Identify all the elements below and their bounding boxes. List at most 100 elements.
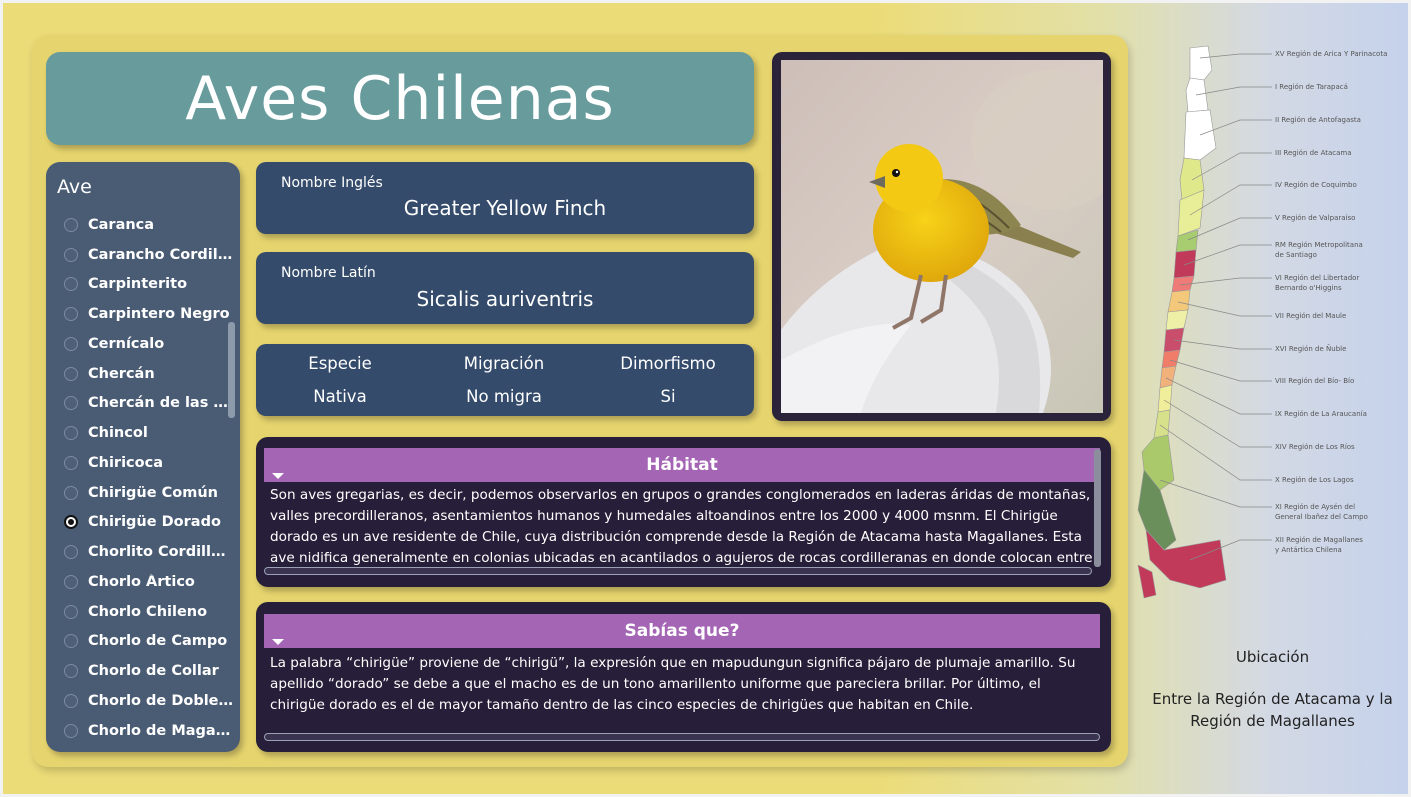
- bird-option[interactable]: Carancho Cordillerano: [46, 240, 240, 270]
- habitat-vscrollbar[interactable]: [1094, 449, 1101, 567]
- map-leader-line: [1163, 399, 1272, 448]
- trivia-collapse-icon[interactable]: [272, 639, 284, 645]
- bird-option[interactable]: Chirigüe Común: [46, 478, 240, 508]
- latin-name-value: Sicalis auriventris: [416, 287, 594, 311]
- radio-button[interactable]: [64, 277, 78, 292]
- radio-button[interactable]: [64, 515, 78, 530]
- bird-option[interactable]: Cernícalo: [46, 329, 240, 359]
- page-title: Aves Chilenas: [185, 63, 615, 134]
- bird-option-label: Chincol: [88, 425, 148, 442]
- dimorfismo-value: Si: [660, 387, 676, 406]
- map-leader-line: [1195, 86, 1272, 96]
- radio-button[interactable]: [64, 485, 78, 500]
- radio-button[interactable]: [64, 634, 78, 649]
- bird-option[interactable]: Chorlo Ártico: [46, 567, 240, 597]
- radio-button[interactable]: [64, 693, 78, 708]
- radio-button[interactable]: [64, 574, 78, 589]
- map-region-label: VI Región del Libertador: [1275, 274, 1359, 282]
- bird-option-label: Chirigüe Común: [88, 484, 218, 501]
- map-region-label: III Región de Atacama: [1275, 149, 1352, 157]
- bird-radio-list: Caranca Carancho Cordillerano Carpinterito…: [46, 210, 240, 746]
- latin-name-card: Nombre Latín Sicalis auriventris: [256, 252, 754, 324]
- dimorfismo-label: Dimorfismo: [620, 354, 716, 373]
- radio-button[interactable]: [64, 545, 78, 560]
- migracion-value: No migra: [466, 387, 542, 406]
- bird-selector-title: Ave: [57, 176, 92, 198]
- trivia-panel: Sabías que? La palabra “chirigüe” provie…: [256, 602, 1111, 752]
- trivia-title: Sabías que?: [624, 621, 740, 641]
- bird-option-label: Chirigüe Dorado: [88, 514, 221, 531]
- map-region-label: X Región de Los Lagos: [1275, 476, 1354, 484]
- bird-option[interactable]: Chorlo de Collar: [46, 656, 240, 686]
- bird-option-label: Carancho Cordillerano: [88, 246, 234, 263]
- map-leader-line: [1159, 424, 1272, 481]
- migracion-label: Migración: [463, 354, 545, 373]
- bird-option[interactable]: Caranca: [46, 210, 240, 240]
- radio-button[interactable]: [64, 455, 78, 470]
- map-region-label: RM Región Metropolitana: [1275, 241, 1363, 249]
- bird-option[interactable]: Chercán de las Vegas: [46, 389, 240, 419]
- english-name-card: Nombre Inglés Greater Yellow Finch: [256, 162, 754, 234]
- bird-option-label: Cernícalo: [88, 335, 165, 352]
- bird-option[interactable]: Chercán: [46, 359, 240, 389]
- bird-option[interactable]: Chorlo Chileno: [46, 597, 240, 627]
- map-region-label: IX Región de La Araucanía: [1275, 410, 1367, 418]
- trivia-hscrollbar[interactable]: [264, 733, 1100, 741]
- radio-button[interactable]: [64, 307, 78, 322]
- map-region-label: XIV Región de Los Ríos: [1275, 443, 1355, 451]
- habitat-header[interactable]: Hábitat: [264, 448, 1100, 482]
- bird-option-label: Chorlo Ártico: [88, 573, 195, 590]
- bird-option[interactable]: Chiricoca: [46, 448, 240, 478]
- habitat-text: Son aves gregarias, es decir, podemos ob…: [270, 487, 1093, 566]
- map-leader-line: [1199, 53, 1272, 59]
- bird-option-label: Carpinterito: [88, 276, 188, 293]
- latin-name-label: Nombre Latín: [281, 265, 376, 281]
- map-region-label: VIII Región del Bío- Bío: [1275, 377, 1354, 385]
- radio-button[interactable]: [64, 217, 78, 232]
- map-region-label: IV Región de Coquimbo: [1275, 181, 1357, 189]
- especie-value: Nativa: [313, 387, 367, 406]
- bird-option[interactable]: Carpintero Negro: [46, 299, 240, 329]
- title-banner: Aves Chilenas: [46, 52, 754, 145]
- bird-option-label: Chercán: [88, 365, 155, 382]
- chile-regions-map: XV Región de Arica Y Parinacota I Región …: [1130, 40, 1400, 610]
- bird-selector-panel: Ave Caranca Carancho Cordillerano Carpinte…: [46, 162, 240, 752]
- bird-option[interactable]: Chincol: [46, 418, 240, 448]
- radio-button[interactable]: [64, 366, 78, 381]
- map-leader-line: [1165, 377, 1272, 415]
- bird-option[interactable]: Carpinterito: [46, 270, 240, 300]
- map-region-label: XII Región de Magallanes: [1275, 536, 1363, 544]
- sidebar-scrollbar[interactable]: [228, 322, 235, 418]
- habitat-hscrollbar[interactable]: [264, 567, 1092, 575]
- bird-option[interactable]: Chirigüe Dorado: [46, 508, 240, 538]
- bird-option-label: Chorlo de Collar: [88, 663, 219, 680]
- radio-button[interactable]: [64, 723, 78, 738]
- bird-option-label: Caranca: [88, 216, 155, 233]
- radio-button[interactable]: [64, 426, 78, 441]
- map-region-label: XVI Región de Ñuble: [1275, 344, 1346, 353]
- trivia-header[interactable]: Sabías que?: [264, 614, 1100, 648]
- radio-button[interactable]: [64, 664, 78, 679]
- radio-button[interactable]: [64, 336, 78, 351]
- bird-option[interactable]: Chorlo de Campo: [46, 627, 240, 657]
- bird-photo-frame: [772, 52, 1111, 421]
- bird-option-label: Chorlo Chileno: [88, 603, 208, 620]
- bird-option[interactable]: Chorlo de Magallanes: [46, 716, 240, 746]
- map-region-label: XI Región de Aysén del: [1275, 503, 1355, 511]
- bird-option[interactable]: Chorlito Cordillerano: [46, 537, 240, 567]
- radio-button[interactable]: [64, 604, 78, 619]
- map-region-label: VII Región del Maule: [1275, 312, 1346, 320]
- map-region-label: y Antártica Chilena: [1275, 546, 1342, 554]
- map-leader-line: [1173, 339, 1272, 350]
- map-leader-line: [1179, 277, 1272, 286]
- radio-button[interactable]: [64, 247, 78, 262]
- bird-option[interactable]: Chorlo de Doble Collar: [46, 686, 240, 716]
- map-region-label: I Región de Tarapacá: [1275, 83, 1348, 91]
- habitat-title: Hábitat: [646, 455, 718, 475]
- trivia-text: La palabra “chirigüe” proviene de “chiri…: [270, 655, 1076, 713]
- map-region-label: II Región de Antofagasta: [1275, 116, 1361, 124]
- habitat-collapse-icon[interactable]: [272, 473, 284, 479]
- bird-photo: [781, 60, 1103, 413]
- bird-option-label: Chorlo de Magallanes: [88, 722, 234, 739]
- radio-button[interactable]: [64, 396, 78, 411]
